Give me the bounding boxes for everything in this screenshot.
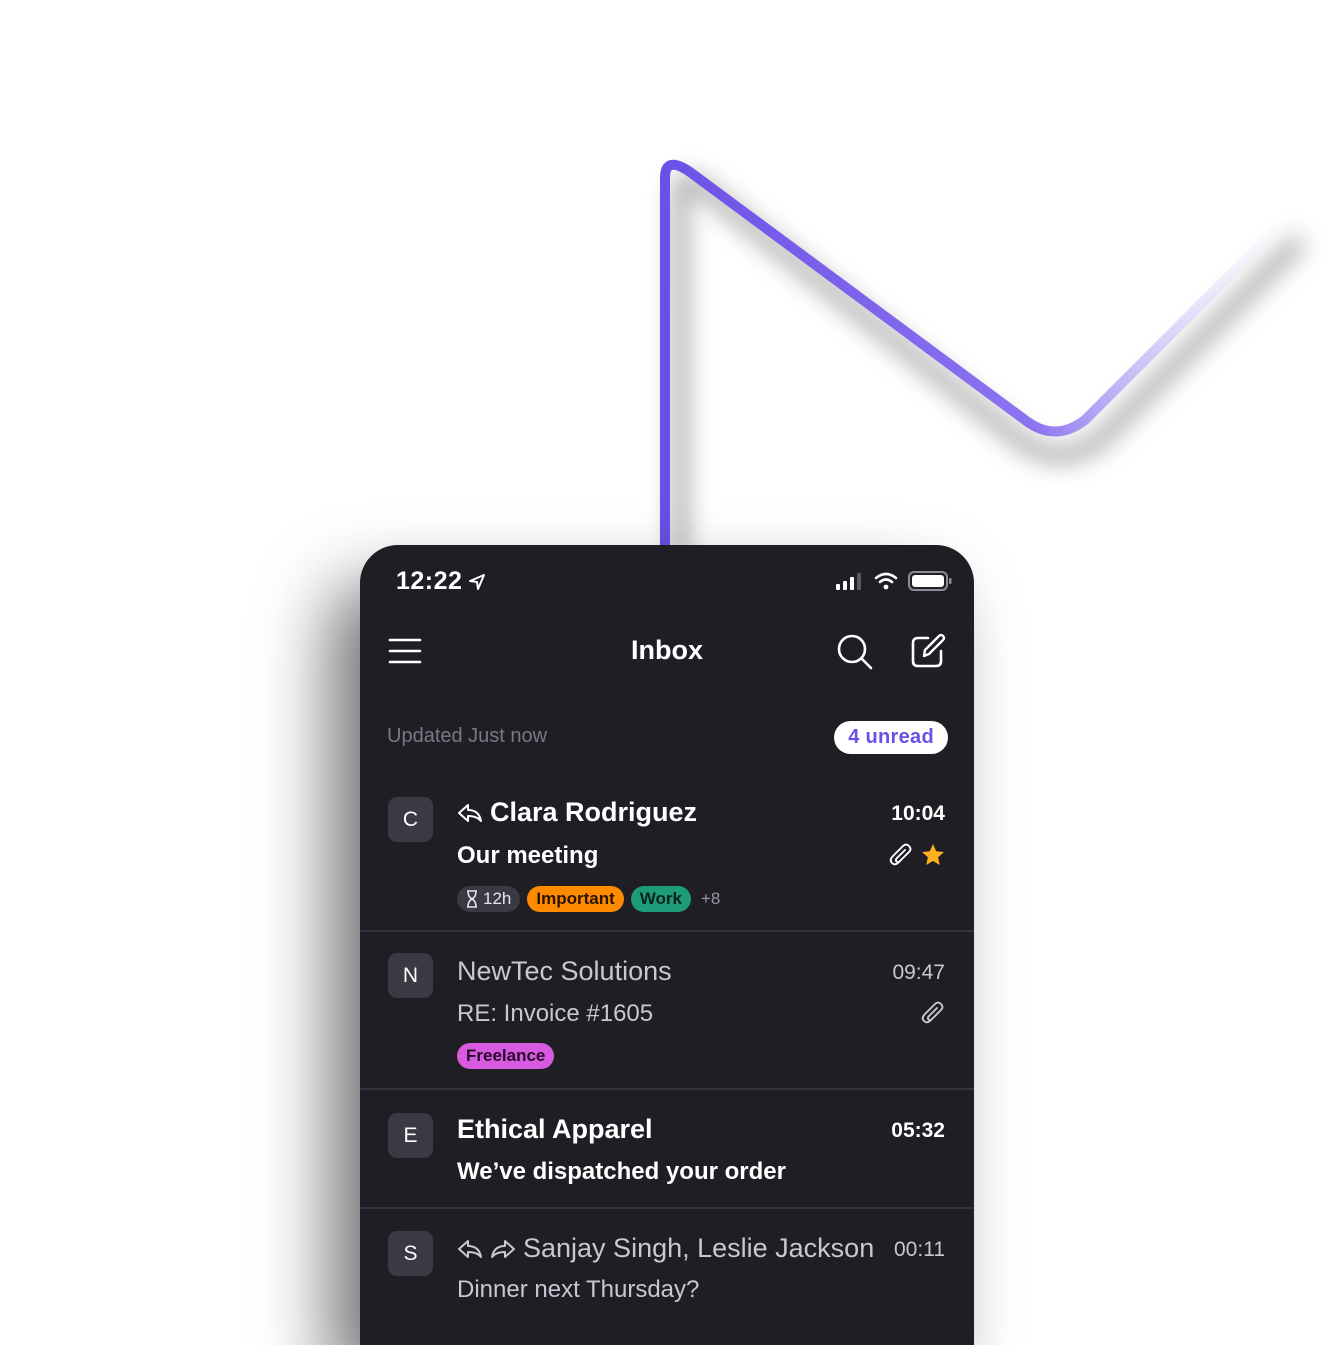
message-sender: Clara Rodriguez bbox=[457, 797, 697, 828]
avatar: E bbox=[388, 1113, 433, 1158]
unread-badge[interactable]: 4 unread bbox=[834, 721, 948, 754]
avatar: S bbox=[388, 1231, 433, 1276]
search-icon bbox=[837, 634, 873, 670]
message-row[interactable]: S Sanjay Singh, Leslie Jackson 00:11 Din… bbox=[360, 1209, 974, 1345]
status-indicators bbox=[836, 571, 952, 591]
message-sender: Sanjay Singh, Leslie Jackson bbox=[457, 1233, 874, 1264]
label-work: Work bbox=[630, 886, 691, 912]
message-row[interactable]: N NewTec Solutions 09:47 RE: Invoice #16… bbox=[360, 932, 974, 1088]
message-row[interactable]: C Clara Rodriguez 10:04 Our meeting 12h bbox=[360, 780, 974, 930]
snooze-tag: 12h bbox=[457, 886, 521, 912]
message-row[interactable]: E Ethical Apparel 05:32 We’ve dispatched… bbox=[360, 1090, 974, 1207]
signal-icon bbox=[836, 573, 861, 590]
attachment-icon bbox=[889, 843, 912, 866]
message-subject: We’ve dispatched your order bbox=[457, 1158, 786, 1185]
phone-screen: 12:22 Inbox Updated Just now 4 unread C … bbox=[360, 545, 974, 1345]
message-subject: RE: Invoice #1605 bbox=[457, 1000, 654, 1027]
message-tags: 12h Important Work +8 bbox=[457, 886, 720, 912]
message-indicators bbox=[888, 842, 946, 868]
compose-button[interactable] bbox=[910, 633, 946, 669]
status-time: 12:22 bbox=[396, 567, 486, 596]
battery-icon bbox=[908, 571, 952, 591]
page-title: Inbox bbox=[631, 635, 703, 665]
message-time: 09:47 bbox=[892, 961, 945, 984]
message-time: 10:04 bbox=[891, 802, 945, 825]
hourglass-icon bbox=[467, 890, 477, 908]
status-time-text: 12:22 bbox=[396, 567, 463, 595]
star-icon[interactable] bbox=[920, 842, 946, 868]
sender-name: Clara Rodriguez bbox=[490, 797, 698, 827]
snooze-duration: 12h bbox=[483, 889, 512, 908]
avatar: C bbox=[388, 797, 433, 842]
label-freelance: Freelance bbox=[457, 1043, 555, 1069]
message-subject: Dinner next Thursday? bbox=[457, 1276, 700, 1303]
message-time: 05:32 bbox=[891, 1119, 945, 1142]
sender-name: Ethical Apparel bbox=[457, 1114, 653, 1144]
search-button[interactable] bbox=[836, 633, 874, 671]
location-arrow-icon bbox=[469, 573, 486, 590]
avatar: N bbox=[388, 953, 433, 998]
label-important: Important bbox=[527, 886, 624, 912]
more-labels-count: +8 bbox=[700, 889, 721, 908]
message-sender: Ethical Apparel bbox=[457, 1114, 653, 1145]
message-time: 00:11 bbox=[894, 1238, 945, 1261]
forward-icon bbox=[491, 1239, 515, 1258]
wifi-icon bbox=[874, 572, 898, 590]
attachment-icon bbox=[921, 1001, 944, 1024]
sender-name: Sanjay Singh, Leslie Jackson bbox=[523, 1233, 875, 1263]
message-indicators bbox=[920, 1000, 946, 1026]
reply-icon bbox=[458, 1239, 482, 1258]
last-updated-text: Updated Just now bbox=[387, 725, 548, 747]
sender-name: NewTec Solutions bbox=[457, 956, 672, 986]
message-subject: Our meeting bbox=[457, 842, 599, 869]
reply-icon bbox=[458, 803, 482, 822]
message-tags: Freelance bbox=[457, 1043, 555, 1069]
message-sender: NewTec Solutions bbox=[457, 956, 672, 987]
compose-icon bbox=[911, 633, 946, 668]
